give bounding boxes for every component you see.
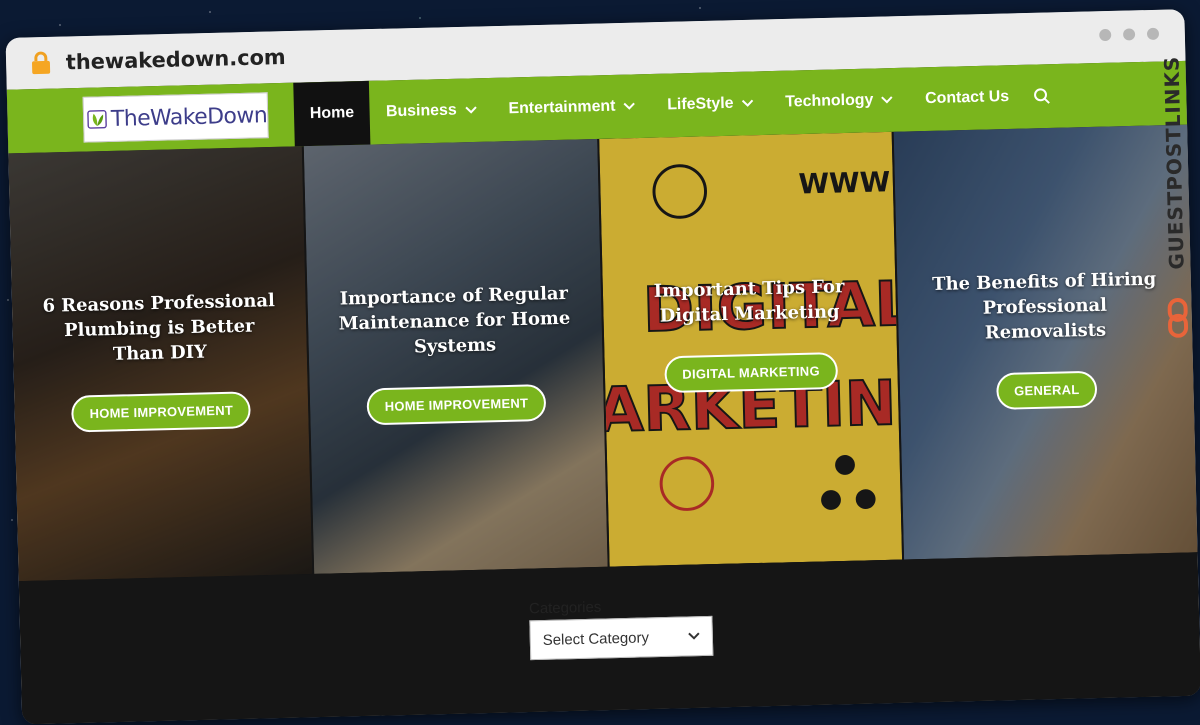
post-title[interactable]: The Benefits of Hiring Professional Remo… [923, 266, 1166, 347]
post-content: 6 Reasons Professional Plumbing is Bette… [12, 287, 309, 433]
widget-area: Categories Select Category [18, 552, 1200, 725]
featured-slider: 6 Reasons Professional Plumbing is Bette… [8, 124, 1198, 582]
chevron-down-icon [881, 96, 893, 104]
post-title[interactable]: 6 Reasons Professional Plumbing is Bette… [38, 288, 281, 369]
post-content: Important Tips For Digital Marketing DIG… [602, 273, 898, 395]
nav-item-label: Technology [785, 91, 874, 111]
categories-label: Categories [528, 598, 602, 618]
nav-item-label: Contact Us [924, 88, 1010, 108]
category-select[interactable]: Select Category [529, 615, 714, 661]
post-title[interactable]: Important Tips For Digital Marketing [628, 274, 871, 330]
nav-item-label: Business [385, 101, 457, 121]
search-icon[interactable] [1033, 87, 1051, 105]
category-badge[interactable]: HOME IMPROVEMENT [366, 384, 547, 426]
window-dot[interactable] [1146, 27, 1160, 40]
category-badge[interactable]: HOME IMPROVEMENT [71, 391, 252, 433]
nav-item-label: LifeStyle [666, 94, 734, 114]
chevron-down-icon [464, 106, 477, 114]
window-dot[interactable] [1099, 28, 1112, 42]
featured-post-card[interactable]: Importance of Regular Maintenance for Ho… [303, 139, 608, 574]
nav-item-technology[interactable]: Technology [769, 68, 910, 135]
url-bar[interactable]: thewakedown.com [66, 45, 286, 74]
category-badge[interactable]: GENERAL [995, 370, 1098, 410]
post-content: Importance of Regular Maintenance for Ho… [307, 280, 604, 426]
website: TheWakeDown Home Business Entertainment [6, 60, 1200, 725]
featured-post-card[interactable]: 6 Reasons Professional Plumbing is Bette… [8, 146, 312, 582]
nav-item-contact[interactable]: Contact Us [908, 65, 1025, 131]
chevron-down-icon [688, 632, 700, 640]
link-icon [1167, 297, 1189, 338]
category-select-value: Select Category [542, 628, 650, 649]
nav-item-business[interactable]: Business [369, 78, 493, 145]
window-dot[interactable] [1123, 28, 1136, 41]
site-logo[interactable]: TheWakeDown [82, 92, 269, 143]
browser-frame: thewakedown.com TheWakeDown Home Busines… [5, 9, 1200, 725]
nav-item-lifestyle[interactable]: LifeStyle [651, 71, 771, 138]
post-content: The Benefits of Hiring Professional Remo… [897, 266, 1194, 412]
nav-item-label: Entertainment [508, 97, 616, 118]
featured-post-card[interactable]: DIGITAL ARKETIN WWW Important Tips For D… [598, 131, 903, 567]
nav-item-label: Home [309, 104, 355, 123]
window-controls [1099, 27, 1160, 42]
chevron-down-icon [623, 102, 636, 110]
featured-post-card[interactable]: The Benefits of Hiring Professional Remo… [893, 124, 1198, 560]
leaf-logo-icon [87, 110, 107, 129]
logo-text: TheWakeDown [110, 102, 268, 132]
nav-item-home[interactable]: Home [293, 80, 371, 147]
watermark-text: GUESTPOSTLINKS [1159, 55, 1189, 270]
nav-item-entertainment[interactable]: Entertainment [492, 74, 652, 142]
chevron-down-icon [741, 99, 754, 107]
guestpostlinks-watermark: GUESTPOSTLINKS [1156, 43, 1193, 342]
browser-window: thewakedown.com TheWakeDown Home Busines… [0, 0, 1200, 725]
post-title[interactable]: Importance of Regular Maintenance for Ho… [333, 281, 576, 362]
category-badge[interactable]: DIGITAL MARKETING [663, 352, 839, 394]
lock-icon [32, 51, 51, 75]
